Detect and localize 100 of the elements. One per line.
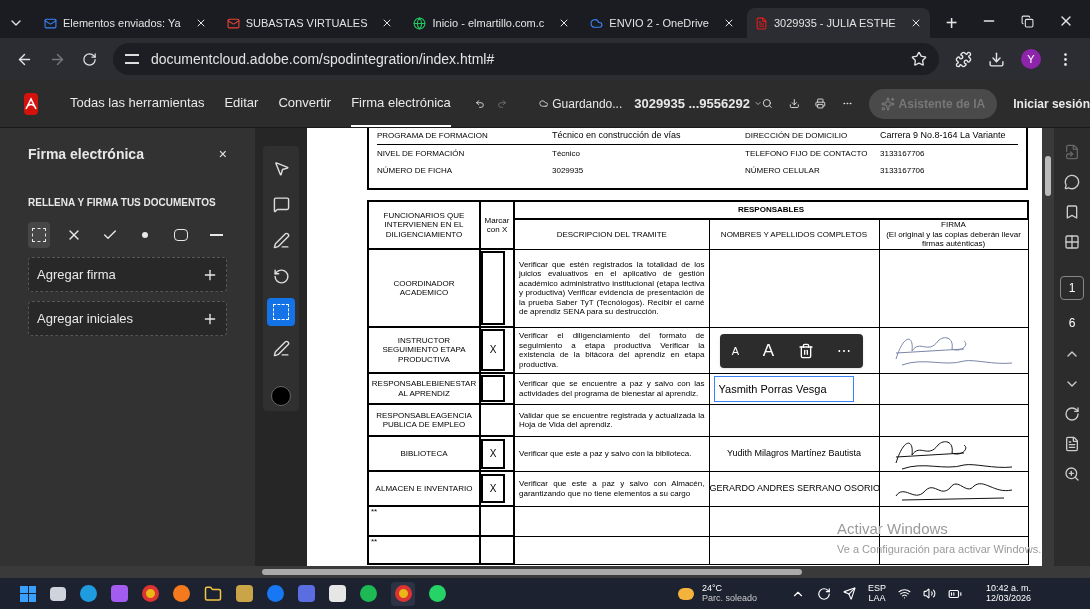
clock-date[interactable]: 12/03/2026 (986, 593, 1032, 604)
app-icon[interactable] (111, 585, 128, 602)
fill-tool[interactable] (28, 222, 50, 248)
page-count: 6 (1068, 315, 1076, 332)
table-cell: ALMACEN E INVENTARIO (368, 471, 480, 507)
more-button[interactable]: ⋯ (837, 340, 852, 362)
table-cell: Validar que se encuentre registrada y actualizada la Hoja de Vida del aprendiz. (514, 404, 709, 437)
browser-icon[interactable] (142, 585, 159, 602)
folder-icon[interactable] (204, 584, 222, 603)
tab-title: SUBASTAS VIRTUALES (245, 15, 368, 31)
field-value: 3133167706 (880, 147, 925, 160)
mark-box[interactable]: X (481, 438, 505, 469)
table-cell: ** (368, 536, 480, 565)
mark-box[interactable]: X (481, 329, 505, 372)
table-cell: Verificar que estén registrados la totalidad de los juicios evaluativos en el aplicativo de gestión académico administrativo institucional (etapa lectiva y productiva) Verificar evidencia de presentación de la prueba Saber TyT (Tecnólogos). Recibir el carné de aprendiz SENA para su destrucción. (514, 249, 709, 328)
mark-box[interactable] (481, 251, 505, 326)
social-app-icon[interactable] (267, 585, 284, 602)
browser-tab[interactable]: 3029935 - JULIA ESTHE (747, 8, 930, 38)
column-header: Marcar con X (480, 201, 514, 250)
location-icon[interactable] (843, 587, 857, 600)
table-cell: Yudith Milagros Martínez Bautista (726, 448, 862, 459)
store-icon[interactable] (329, 585, 346, 602)
keyboard-layout[interactable]: LAA (868, 593, 886, 604)
weather-text: Parc. soleado (702, 593, 758, 604)
sign-in-link[interactable]: Iniciar sesión (1013, 94, 1090, 113)
rounded-box-icon (173, 229, 188, 241)
close-button[interactable]: × (218, 144, 227, 165)
browser-icon[interactable] (391, 581, 415, 606)
new-tab-button[interactable]: + (933, 8, 970, 38)
thumbnails-icon[interactable] (1064, 234, 1080, 250)
globe-icon (413, 16, 427, 30)
text-box-icon (273, 304, 289, 320)
extensions-icon[interactable] (955, 50, 972, 68)
add-signature-button[interactable]: Agregar firma (28, 257, 227, 292)
reload-icon[interactable] (82, 51, 97, 67)
browser-tab[interactable]: SUBASTAS VIRTUALES (218, 8, 402, 38)
field-value: Técnico en construcción de vías (551, 129, 681, 143)
export-icon[interactable] (1064, 144, 1080, 160)
column-header: FUNCIONARIOS QUE INTERVIENEN EN EL DILIGENCIAMIENTO (368, 201, 480, 250)
app-icon[interactable] (236, 585, 253, 602)
column-header: DESCRIPCION DEL TRAMITE (514, 219, 709, 250)
clock-time[interactable]: 10:42 a. m. (986, 583, 1032, 594)
page-number-field[interactable]: 1 (1060, 276, 1084, 300)
field-label: NIVEL DE FORMACIÓN (377, 147, 466, 160)
signature-pen-icon (272, 339, 290, 357)
rotate-icon[interactable] (1064, 406, 1080, 422)
close-icon[interactable] (723, 17, 735, 29)
browser-icon[interactable] (173, 585, 190, 602)
restore-icon[interactable] (1021, 14, 1034, 28)
add-signature-button[interactable]: Agregar iniciales (28, 301, 227, 336)
text-box-icon (31, 228, 46, 242)
sync-icon[interactable] (817, 586, 832, 601)
tab-title: ENVIO 2 - OneDrive (609, 15, 709, 31)
comment-icon (272, 195, 290, 213)
browser-icon[interactable] (80, 585, 97, 602)
column-group-header: RESPONSABLES (514, 201, 1029, 219)
table-cell: INSTRUCTOR SEGUIMIENTO ETAPA PRODUCTIVA (368, 327, 480, 374)
panel-title: Firma electrónica (28, 145, 144, 164)
table-cell: Verificar el diligenciamiento del formato de seguimiento a etapa productiva Verificar la existencia de la bitácora del aprendiz en etapa productiva. (514, 327, 709, 374)
table-cell: BIBLIOTECA (368, 436, 480, 472)
text-input-field[interactable]: Yasmith Porras Vesga (713, 375, 854, 402)
chat-app-icon[interactable] (429, 585, 446, 602)
language-indicator[interactable]: ESP (868, 583, 887, 594)
mail-icon (226, 16, 240, 30)
toolbar-tab[interactable]: Convertir (278, 80, 332, 127)
wifi-icon[interactable] (898, 587, 912, 600)
site-info-icon[interactable] (125, 54, 139, 64)
table-cell: RESPONSABLEBIENESTAR AL APRENDIZ (368, 373, 480, 405)
zoom-in-icon[interactable] (1064, 466, 1080, 482)
table-cell: COORDINADOR ACADEMICO (368, 249, 480, 328)
print-icon[interactable] (815, 95, 826, 112)
browser-tab[interactable]: Inicio - elmartillo.com.c (405, 8, 579, 38)
toolbar-tab[interactable]: Todas las herramientas (70, 80, 205, 127)
toolbar-tab[interactable]: Editar (224, 80, 259, 127)
acrobat-logo-icon[interactable] (24, 92, 38, 115)
music-app-icon[interactable] (360, 585, 377, 602)
task-view-icon[interactable] (50, 586, 66, 601)
smaller-text-button[interactable]: A (731, 342, 740, 360)
bookmark-icon[interactable] (1064, 204, 1080, 220)
mail-icon (44, 16, 57, 30)
rail-tool[interactable] (267, 298, 295, 326)
profile-avatar[interactable]: Y (1021, 49, 1041, 69)
address-field[interactable]: documentcloud.adobe.com/spodintegration/index.html# (113, 43, 939, 75)
browser-tab[interactable]: ENVIO 2 - OneDrive (582, 8, 743, 38)
download-icon[interactable] (988, 50, 1005, 68)
comment-icon[interactable] (1064, 174, 1080, 190)
volume-icon[interactable] (923, 587, 937, 600)
mark-box[interactable] (481, 375, 505, 403)
file-name[interactable]: 3029935 ...9556292 (634, 93, 750, 114)
field-label: DIRECCIÓN DE DOMICILIO (745, 130, 849, 142)
app-icon[interactable] (298, 585, 315, 602)
column-header: NOMBRES Y APELLIDOS COMPLETOS (709, 219, 879, 250)
larger-text-button[interactable]: A (762, 338, 775, 364)
delete-icon[interactable] (797, 343, 814, 359)
start-icon[interactable] (20, 585, 36, 602)
mark-box[interactable]: X (481, 474, 505, 504)
browser-tab[interactable]: Elementos enviados: Ya (36, 8, 215, 38)
page-icon[interactable] (1064, 436, 1080, 452)
field-label: TELEFONO FIJO DE CONTACTO (745, 147, 869, 160)
bookmark-star-icon[interactable] (911, 51, 927, 67)
